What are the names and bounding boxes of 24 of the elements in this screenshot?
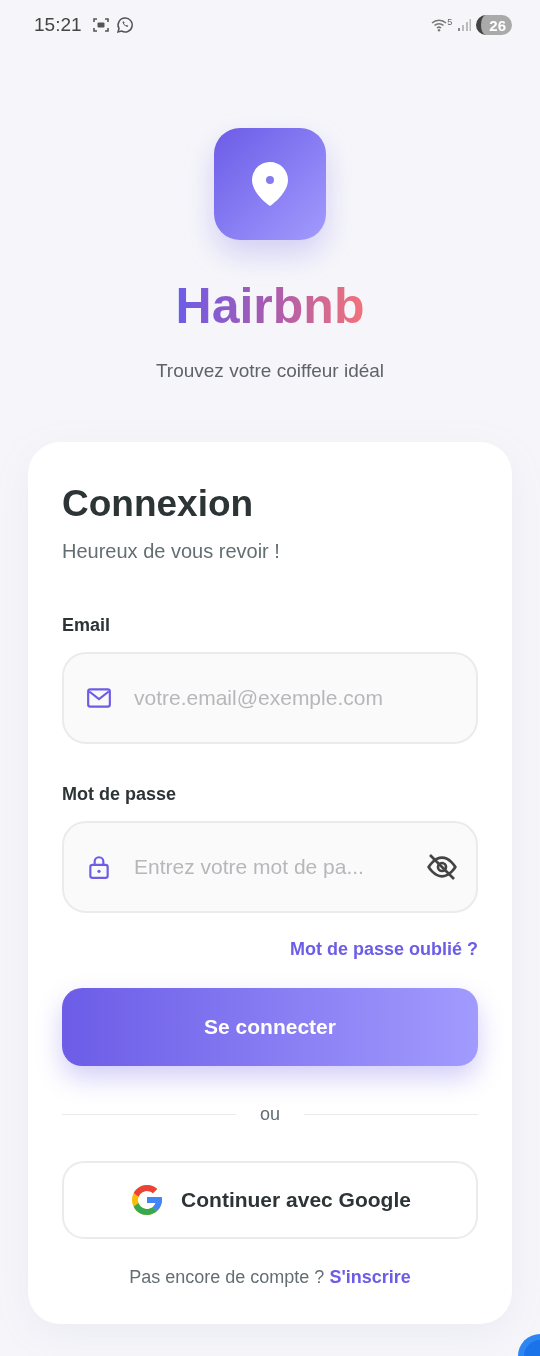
divider-text: ou [260, 1104, 280, 1125]
clock-time: 15:21 [34, 14, 82, 36]
tagline: Trouvez votre coiffeur idéal [155, 360, 385, 382]
chat-app-icon [115, 16, 134, 34]
field-label: Mot de passe [62, 784, 178, 805]
google-button[interactable]: Continuer avec Google [62, 1161, 478, 1239]
page-title: Connexion [62, 482, 255, 526]
battery-indicator: 26 [476, 15, 512, 35]
placeholder-text: Entrez votre mot de pa... [134, 855, 365, 879]
signal-icon [457, 18, 472, 32]
location-pin-icon [250, 160, 290, 208]
signup-link[interactable]: S'inscrire [329, 1267, 411, 1287]
lock-icon [86, 854, 112, 880]
signup-prompt: Pas encore de compte ? [129, 1267, 325, 1287]
field-label: Email [62, 615, 112, 636]
network-label: 5 [447, 18, 453, 27]
placeholder-text: votre.email@exemple.com [134, 686, 384, 710]
forgot-password-link[interactable]: Mot de passe oublié ? [289, 939, 478, 960]
login-button[interactable]: Se connecter [62, 988, 478, 1066]
floating-bubble-icon[interactable] [518, 1334, 540, 1356]
wifi-icon [431, 18, 448, 32]
screenshot-icon [91, 16, 110, 34]
mail-icon [86, 685, 112, 711]
subtitle: Heureux de vous revoir ! [62, 540, 281, 563]
